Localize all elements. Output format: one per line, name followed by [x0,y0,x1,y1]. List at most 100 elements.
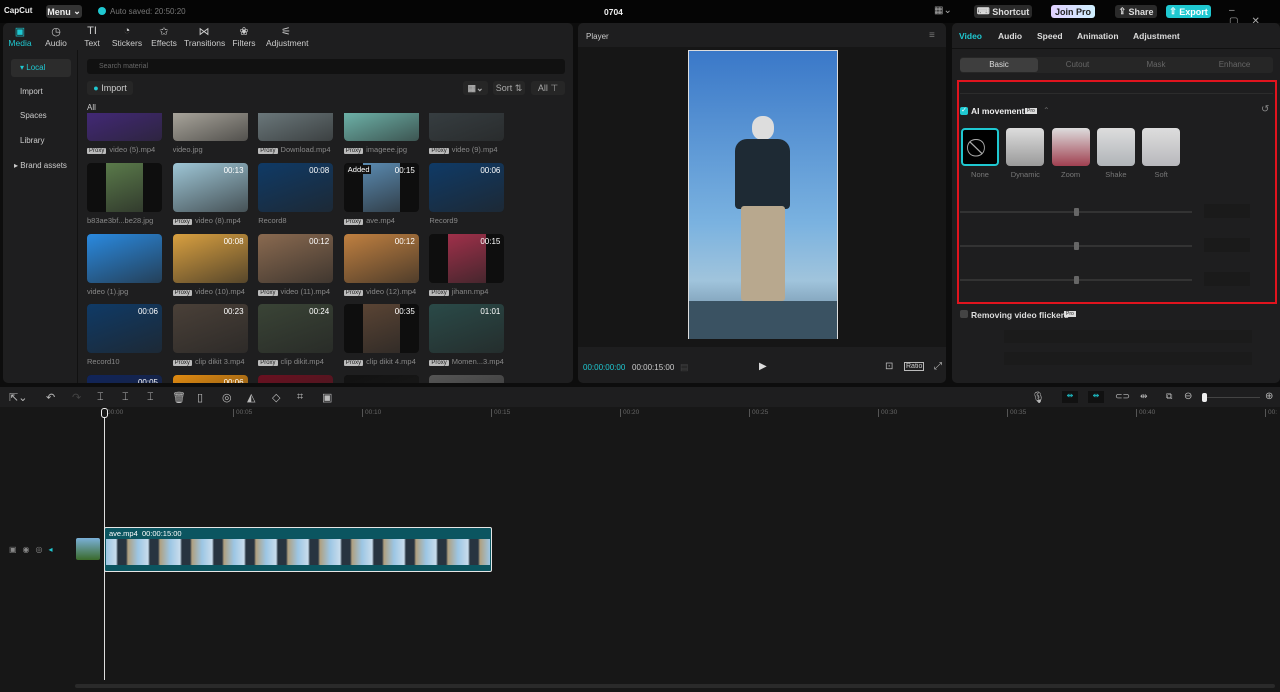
slider-3[interactable] [960,276,1192,284]
media-item[interactable]: Proxy video (9).mp4 [429,113,505,154]
media-item[interactable]: video.jpg [172,113,248,154]
media-item[interactable]: 00:15 Proxy jihann.mp4 [429,233,505,296]
media-item[interactable]: 00:12 Proxy video (11).mp4 [258,233,334,296]
media-item[interactable]: 00:24 Proxy clip dikit.mp4 [258,304,334,366]
layout-icon[interactable]: ▦⌄ [934,5,952,16]
reset-icon[interactable]: ↺ [1261,104,1269,115]
slider-handle[interactable] [1074,276,1079,284]
search-input[interactable]: Search material [87,59,565,74]
freeze-icon[interactable]: ▯ [197,391,203,404]
zoom-handle[interactable] [1202,393,1207,402]
media-item[interactable]: 00:06 [172,374,248,383]
preset-zoom[interactable]: Zoom [1051,128,1090,179]
playhead-handle[interactable] [101,408,108,418]
media-item[interactable]: 00:23 Proxy clip dikit 3.mp4 [172,304,248,366]
media-item[interactable]: 00:05 [87,374,162,383]
slider-handle[interactable] [1074,242,1079,250]
shortcut-button[interactable]: ⌨ Shortcut [974,5,1032,18]
prop-tab-video[interactable]: Video [959,31,982,41]
video-preview[interactable] [688,50,838,339]
import-button[interactable]: ● Import [87,81,133,95]
tab-audio[interactable]: ◷ Audio [36,25,76,48]
video-clip[interactable]: ave.mp4 00:00:15:00 [104,527,492,572]
media-item[interactable]: 00:08 Proxy video (10).mp4 [172,233,248,296]
slider-handle[interactable] [1074,208,1079,216]
media-item[interactable]: Proxy video (5).mp4 [87,113,162,154]
filter-button[interactable]: All ⊤ [531,81,565,95]
zoom-slider[interactable] [1202,393,1260,402]
undo-icon[interactable]: ↶ [46,391,55,404]
mirror-icon[interactable]: ◭ [247,391,255,404]
split-icon[interactable]: ⌶ [97,391,104,404]
tab-transitions[interactable]: ⋈ Transitions [184,25,225,48]
sidebar-item-4[interactable]: ▸ Brand assets [11,157,71,175]
preset-soft[interactable]: Soft [1142,128,1181,179]
prop-tab-animation[interactable]: Animation [1077,31,1119,41]
delete-icon[interactable]: 🗑︎ [172,391,186,404]
split-left-icon[interactable]: ⌶ [122,391,129,404]
prop-tab-adjustment[interactable]: Adjustment [1133,31,1180,41]
flicker-dropdown-2[interactable] [1004,352,1252,365]
track-cover[interactable] [76,538,100,560]
grid-icon[interactable]: ▤ [680,362,689,373]
menu-button[interactable]: Menu ⌄ [46,5,82,18]
export-button[interactable]: ⇧ Export [1166,5,1211,18]
player-menu-icon[interactable]: ≡ [929,30,935,41]
ai-tool-icon[interactable]: ▣ [322,391,332,404]
tab-text[interactable]: TI Text [72,25,112,48]
slider-1[interactable] [960,208,1192,216]
crop-icon[interactable]: ⌗ [297,391,303,404]
play-button[interactable]: ▶ [759,361,767,372]
value-stepper[interactable] [1204,238,1250,252]
timeline-scrollbar[interactable] [75,684,1275,688]
split-right-icon[interactable]: ⌶ [147,391,154,404]
sort-button[interactable]: Sort ⇅ [493,81,525,95]
redo-icon[interactable]: ↷ [72,391,81,404]
slider-2[interactable] [960,242,1192,250]
ai-movement-checkbox[interactable]: ✓ [960,107,968,115]
prop-tab-audio[interactable]: Audio [998,31,1022,41]
subtab-mask[interactable]: Mask [1117,58,1195,72]
tab-adjustment[interactable]: ⚟ Adjustment [266,25,309,48]
main-track-magnet-toggle[interactable]: ⇹ [1062,391,1078,403]
auto-snap-toggle[interactable]: ⇹ [1088,391,1104,403]
media-item[interactable]: 00:08 Record8 [258,163,334,225]
media-item[interactable]: 00:35 Proxy clip dikit 4.mp4 [343,304,419,366]
sidebar-item-3[interactable]: Library [11,132,71,150]
media-item[interactable]: video (1).jpg [87,233,162,296]
zoom-in-icon[interactable]: ⊕ [1265,391,1273,402]
view-toggle[interactable]: ▦⌄ [463,81,488,95]
screenshot-icon[interactable]: ⧉ [1166,391,1172,402]
value-stepper[interactable] [1204,272,1250,286]
media-item[interactable] [429,374,505,383]
join-pro-button[interactable]: Join Pro [1051,5,1095,18]
media-item[interactable]: 01:01 Proxy Momen...3.mp4 [429,304,505,366]
media-item[interactable]: Proxy Download.mp4 [258,113,334,154]
sidebar-item-2[interactable]: Spaces [11,107,71,125]
rotate-icon[interactable]: ◇ [272,391,280,404]
subtab-basic[interactable]: Basic [960,58,1038,72]
tab-media[interactable]: ▣ Media [0,25,40,48]
track-controls[interactable]: ▣◉◎◂ [9,545,59,554]
preset-shake[interactable]: Shake [1096,128,1135,179]
fit-icon[interactable]: ⊡ [885,361,893,372]
preset-dynamic[interactable]: Dynamic [1006,128,1045,179]
media-item[interactable]: Proxy imageee.jpg [343,113,419,154]
media-item[interactable]: 00:13 Proxy video (8).mp4 [172,163,248,225]
preview-axis-icon[interactable]: ⇹ [1140,391,1148,402]
media-item[interactable] [343,374,419,383]
microphone-icon[interactable]: 🎙︎ [1031,391,1045,404]
media-item[interactable]: b83ae3bf...be28.jpg [87,163,162,225]
sidebar-item-0[interactable]: ▾ Local [11,59,71,77]
flicker-dropdown-1[interactable] [1004,330,1252,343]
media-item[interactable]: 00:06 Record9 [429,163,505,225]
preset-none[interactable]: ⃠ None [961,128,999,179]
subtab-cutout[interactable]: Cutout [1039,58,1117,72]
sidebar-item-1[interactable]: Import [11,83,71,101]
media-item[interactable]: 00:15 Added Proxy ave.mp4 [343,163,419,225]
value-stepper[interactable] [1204,204,1250,218]
media-item[interactable]: 00:06 Record10 [87,304,162,366]
prop-tab-speed[interactable]: Speed [1037,31,1063,41]
media-item[interactable] [258,374,334,383]
tab-stickers[interactable]: ◔ Stickers [107,25,147,48]
